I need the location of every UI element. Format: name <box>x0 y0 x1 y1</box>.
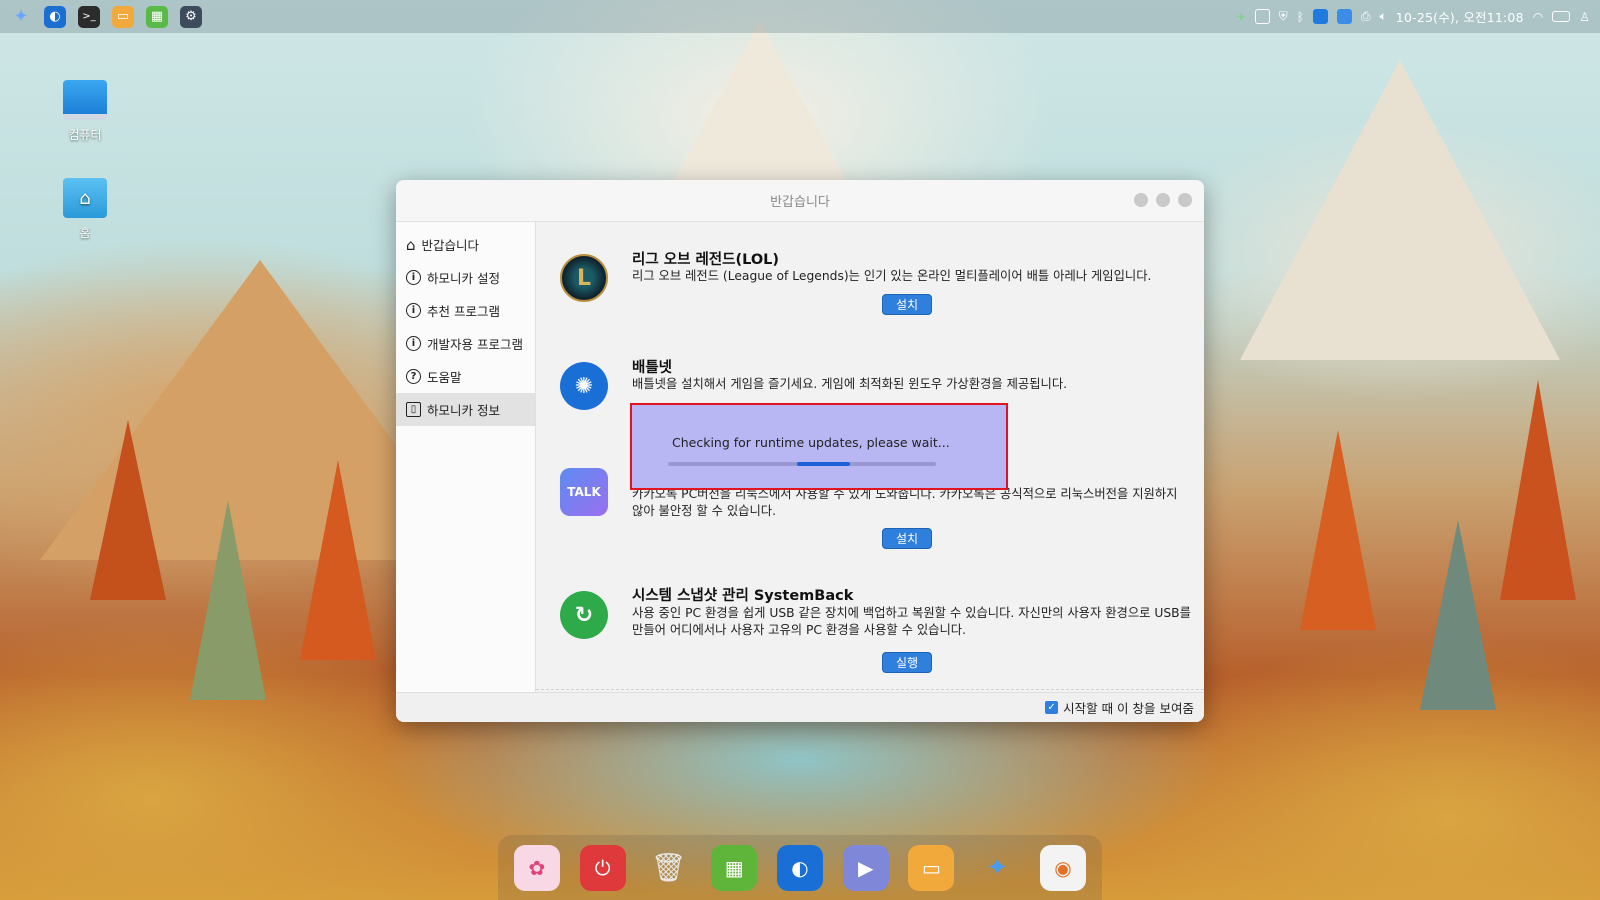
sidebar-item-developer-programs[interactable]: i 개발자용 프로그램 <box>396 327 535 360</box>
show-on-startup-checkbox[interactable]: ✓ <box>1045 701 1059 714</box>
monitor-icon <box>63 80 107 120</box>
window-titlebar[interactable]: 반갑습니다 <box>396 180 1204 222</box>
window-title: 반갑습니다 <box>770 195 830 210</box>
show-on-startup-label[interactable]: 시작할 때 이 창을 보여줌 <box>1063 698 1194 717</box>
sidebar-item-label: 반갑습니다 <box>421 238 480 253</box>
power-icon[interactable]: ⏻ <box>579 844 626 891</box>
minimize-button[interactable] <box>1134 193 1148 207</box>
list-end-divider <box>536 689 1204 690</box>
sidebar-item-label: 개발자용 프로그램 <box>427 337 523 352</box>
printer-icon[interactable]: ⎙ <box>1361 9 1371 24</box>
media-app-icon[interactable]: ✿ <box>513 844 560 891</box>
wifi-icon[interactable]: ◠ <box>1533 10 1543 24</box>
battlenet-logo-icon: ✺ <box>560 362 608 410</box>
tree-decoration <box>1500 380 1576 600</box>
tree-decoration <box>90 420 166 600</box>
file-manager-icon[interactable]: ▭ <box>112 5 134 28</box>
window-controls <box>1134 193 1192 207</box>
info-icon: i <box>406 303 421 318</box>
user-icon[interactable]: ♙ <box>1579 10 1590 24</box>
shield-icon[interactable]: ⛨ <box>1279 9 1288 24</box>
window-footer: ✓ 시작할 때 이 창을 보여줌 <box>396 692 1204 722</box>
sidebar-item-harmonica-settings[interactable]: i 하모니카 설정 <box>396 261 535 294</box>
app-title: 리그 오브 레전드(LOL) <box>632 252 780 268</box>
maximize-button[interactable] <box>1156 193 1170 207</box>
terminal-icon[interactable]: >_ <box>78 5 100 28</box>
input-method-icon[interactable] <box>1312 9 1328 24</box>
app-description: 카카오톡 PC버전을 리눅스에서 사용할 수 있게 도와줍니다. 카카오톡은 공… <box>632 487 1178 518</box>
sidebar-item-recommended-programs[interactable]: i 추천 프로그램 <box>396 294 535 327</box>
kakaotalk-logo-icon: TALK <box>560 468 608 516</box>
sidebar-item-label: 하모니카 설정 <box>427 271 500 286</box>
install-kakaotalk-button[interactable]: 설치 <box>882 528 932 549</box>
sidebar-item-label: 추천 프로그램 <box>427 304 500 319</box>
sidebar-item-label: 하모니카 정보 <box>427 403 500 418</box>
panel-launchers: ✦ ◐ >_ ▭ ▦ ⚙ <box>10 5 202 28</box>
app-title: 시스템 스냅샷 관리 SystemBack <box>632 588 854 604</box>
progress-bar-fill <box>796 462 851 466</box>
clipboard-icon[interactable] <box>1254 9 1270 24</box>
sidebar-item-label: 도움말 <box>427 370 462 385</box>
app-description: 사용 중인 PC 환경을 쉽게 USB 같은 장치에 백업하고 복원할 수 있습… <box>632 606 1191 637</box>
tree-decoration <box>1300 430 1376 630</box>
browser-icon[interactable]: ◐ <box>44 5 66 28</box>
help-icon: ? <box>406 369 421 384</box>
app-description: 리그 오브 레전드 (League of Legends)는 인기 있는 온라인… <box>632 269 1152 283</box>
progress-bar <box>668 462 936 466</box>
sidebar: ⌂ 반갑습니다 i 하모니카 설정 i 추천 프로그램 i 개발자용 프로그램 … <box>396 222 536 692</box>
home-folder-icon: ⌂ <box>63 178 107 218</box>
sidebar-item-help[interactable]: ? 도움말 <box>396 360 535 393</box>
sidebar-item-welcome[interactable]: ⌂ 반갑습니다 <box>396 228 535 261</box>
run-systemback-button[interactable]: 실행 <box>882 652 932 673</box>
close-button[interactable] <box>1178 193 1192 207</box>
update-manager-icon[interactable] <box>1336 9 1352 24</box>
system-tray: ✈ ⛨ ᛒ ⎙ 🔈︎ 10-25(수), 오전11:08 ◠ ♙ <box>1236 7 1590 26</box>
desktop-icon-label: 컴퓨터 <box>68 128 102 142</box>
folder-icon[interactable]: ▭ <box>908 844 955 891</box>
harmonica-menu-icon[interactable]: ✦ <box>10 6 32 28</box>
trash-icon[interactable]: 🗑︎ <box>645 845 691 891</box>
bluetooth-icon[interactable]: ᛒ <box>1297 10 1304 24</box>
home-icon: ⌂ <box>406 235 416 254</box>
harmonica-menu-icon[interactable]: ✦ <box>974 845 1020 891</box>
install-lol-button[interactable]: 설치 <box>882 294 932 315</box>
video-player-icon[interactable]: ▶ <box>842 844 889 891</box>
sidebar-item-harmonica-info[interactable]: ▯ 하모니카 정보 <box>396 393 535 426</box>
info-icon: i <box>406 270 421 285</box>
book-icon: ▯ <box>406 402 421 417</box>
battery-icon[interactable] <box>1552 11 1571 22</box>
network-status-icon[interactable]: ✈ <box>1236 10 1246 24</box>
software-manager-icon[interactable]: ▦ <box>146 5 168 28</box>
software-center-icon[interactable]: ▦ <box>711 844 758 891</box>
progress-message: Checking for runtime updates, please wai… <box>672 435 950 450</box>
desktop-icon-computer[interactable]: 컴퓨터 <box>45 80 125 143</box>
top-panel: ✦ ◐ >_ ▭ ▦ ⚙ ✈ ⛨ ᛒ ⎙ 🔈︎ 10-25(수), 오전11:0… <box>0 0 1600 33</box>
app-title: 배틀넷 <box>632 360 673 376</box>
tree-decoration <box>190 500 266 700</box>
screenshot-tool-icon[interactable]: ◉ <box>1040 844 1086 891</box>
desktop-icon-home[interactable]: ⌂ 홈 <box>45 178 125 241</box>
desktop-icon-label: 홈 <box>79 226 91 240</box>
settings-icon[interactable]: ⚙ <box>180 5 202 28</box>
volume-icon[interactable]: 🔈︎ <box>1380 9 1387 24</box>
browser-icon[interactable]: ◐ <box>776 844 823 891</box>
info-icon: i <box>406 336 421 351</box>
app-description: 배틀넷을 설치해서 게임을 즐기세요. 게임에 최적화된 윈도우 가상환경을 제… <box>632 377 1068 391</box>
tree-decoration <box>300 460 376 660</box>
tree-decoration <box>1420 520 1496 710</box>
dock: ✿ ⏻ 🗑︎ ▦ ◐ ▶ ▭ ✦ ◉ <box>498 835 1102 900</box>
systemback-logo-icon: ↻ <box>560 591 608 639</box>
clock[interactable]: 10-25(수), 오전11:08 <box>1396 7 1524 26</box>
mountain-decoration <box>1240 60 1560 360</box>
runtime-update-dialog: Checking for runtime updates, please wai… <box>630 403 1008 490</box>
league-of-legends-logo-icon: L <box>560 254 608 302</box>
